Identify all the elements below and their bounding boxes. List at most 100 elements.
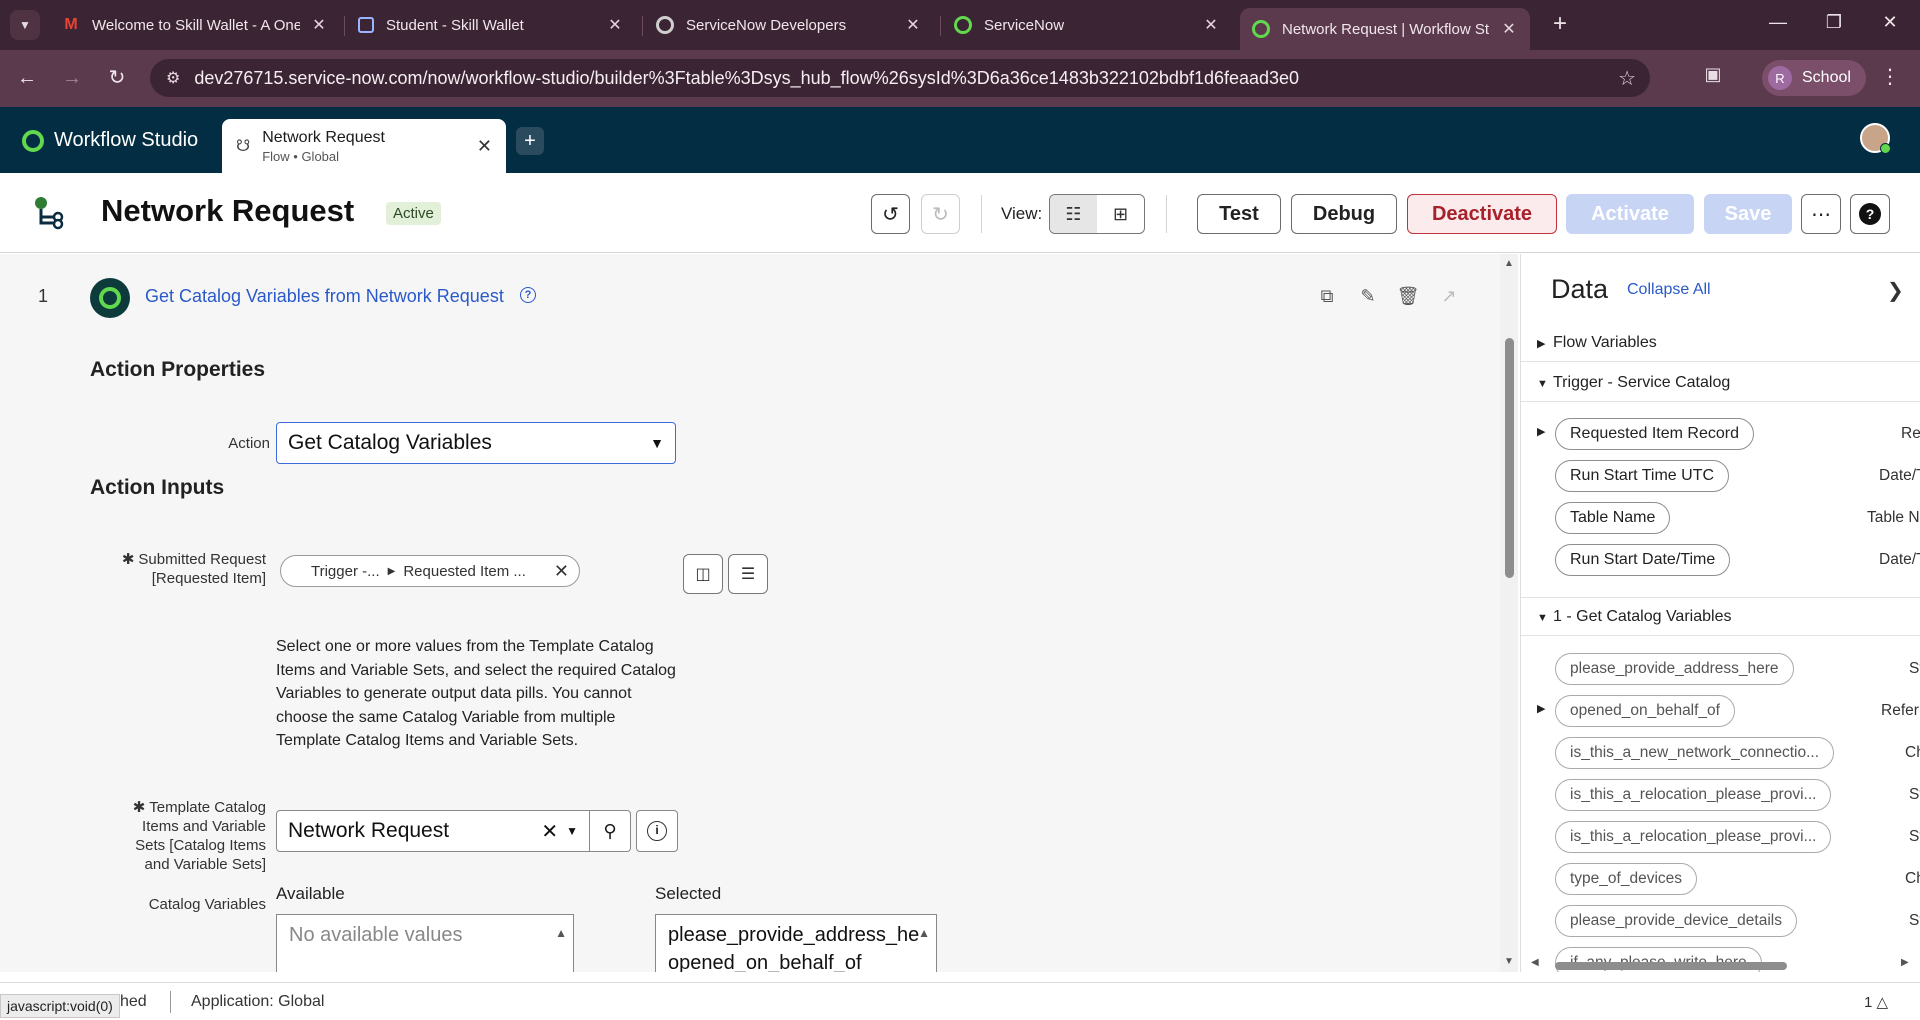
data-pill[interactable]: Requested Item Record [1555, 418, 1754, 450]
delete-icon[interactable]: 🗑 [1396, 286, 1420, 307]
user-avatar[interactable] [1860, 123, 1891, 154]
data-pill[interactable]: Trigger -... ▶ Requested Item ... ✕ [280, 555, 580, 587]
tab-search-button[interactable]: ▼ [10, 10, 40, 40]
chevron-right-icon[interactable]: ❯ [1887, 278, 1904, 303]
pill-type: St [1909, 912, 1920, 929]
browser-menu-icon[interactable]: ⋮ [1880, 64, 1900, 89]
data-pill[interactable]: Run Start Date/Time [1555, 544, 1731, 576]
test-button[interactable]: Test [1197, 194, 1281, 234]
action-select[interactable]: Get Catalog Variables ▼ [276, 422, 676, 464]
close-icon[interactable]: ✕ [477, 136, 492, 157]
template-catalog-label: ✱ Template Catalog Items and Variable Set… [132, 799, 266, 873]
pill-part-requested-item: Requested Item ... [403, 562, 526, 580]
scrollbar-thumb[interactable] [1555, 962, 1787, 970]
submitted-request-label: ✱ Submitted Request [Requested Item] [121, 551, 266, 587]
tab-network-request[interactable]: ☋ Network Request Flow • Global ✕ [222, 119, 506, 173]
browser-tab-servicenow-developers[interactable]: ServiceNow Developers ✕ [644, 8, 934, 42]
expand-icon[interactable]: ▶ [1537, 702, 1545, 715]
reload-button[interactable]: ↻ [102, 63, 132, 93]
browser-tab-gmail[interactable]: M Welcome to Skill Wallet - A One ✕ [50, 8, 340, 42]
pill-picker-button[interactable]: ☰ [728, 554, 768, 594]
action-inputs-heading: Action Inputs [90, 476, 225, 499]
maximize-button[interactable]: ❐ [1814, 12, 1854, 33]
new-tab-button[interactable]: + [1545, 10, 1575, 38]
script-toggle-button[interactable]: ◫ [683, 554, 723, 594]
canvas-scrollbar[interactable]: ▲ ▼ [1500, 254, 1518, 972]
scroll-down-icon[interactable]: ▼ [1504, 956, 1514, 967]
browser-tab-skill-wallet[interactable]: Student - Skill Wallet ✕ [346, 8, 636, 42]
info-button[interactable]: i [636, 810, 678, 852]
debug-button[interactable]: Debug [1291, 194, 1397, 234]
close-icon[interactable]: ✕ [1202, 15, 1220, 35]
available-list[interactable]: No available values ▲ [276, 914, 574, 972]
grid-view-icon[interactable]: ⊞ [1097, 195, 1144, 233]
close-icon[interactable]: ✕ [606, 15, 624, 35]
data-pill[interactable]: Run Start Time UTC [1555, 460, 1730, 492]
section-trigger[interactable]: ▼ Trigger - Service Catalog [1537, 374, 1730, 392]
data-pill[interactable]: please_provide_device_details [1555, 905, 1797, 937]
add-tab-button[interactable]: + [516, 127, 544, 155]
help-button[interactable]: ? [1850, 194, 1890, 234]
data-pill[interactable]: type_of_devices [1555, 863, 1698, 895]
data-pill[interactable]: is_this_a_relocation_please_provi... [1555, 779, 1832, 811]
application-scope[interactable]: Application: Global [191, 993, 324, 1011]
extensions-icon[interactable]: ▣ [1700, 64, 1726, 90]
undo-button[interactable]: ↺ [871, 194, 910, 234]
data-panel-title: Data [1551, 274, 1609, 304]
site-settings-icon[interactable]: ⚙ [166, 68, 180, 88]
more-options-button[interactable]: ⋯ [1801, 194, 1841, 234]
notification-count[interactable]: 1 △ [1864, 993, 1888, 1011]
scrollbar-thumb[interactable] [1505, 338, 1514, 578]
redo-button[interactable]: ↻ [921, 194, 960, 234]
help-circle-icon[interactable]: ? [520, 287, 536, 303]
section-flow-variables[interactable]: ▶ Flow Variables [1537, 334, 1657, 352]
annotation-icon[interactable]: ✎ [1356, 286, 1380, 307]
forward-button[interactable]: → [57, 63, 87, 93]
action-properties-heading: Action Properties [90, 358, 266, 381]
list-item[interactable]: opened_on_behalf_of [668, 949, 924, 972]
close-icon[interactable]: ✕ [904, 15, 922, 35]
clear-pill-icon[interactable]: ✕ [554, 561, 569, 582]
copy-icon[interactable]: ⧉ [1315, 286, 1339, 307]
scroll-right-icon[interactable]: ▶ [1901, 957, 1909, 968]
collapse-all-link[interactable]: Collapse All [1627, 281, 1711, 299]
clear-icon[interactable]: ✕ [541, 819, 558, 844]
back-button[interactable]: ← [12, 63, 42, 93]
section-get-catalog-variables[interactable]: ▼ 1 - Get Catalog Variables [1537, 608, 1731, 626]
browser-tab-workflow-studio[interactable]: Network Request | Workflow St ✕ [1240, 8, 1530, 50]
search-icon[interactable]: ⚲ [589, 810, 631, 852]
template-catalog-input[interactable]: Network Request ✕ ▼ [276, 810, 590, 852]
scroll-up-icon[interactable]: ▲ [918, 919, 930, 947]
minimize-button[interactable]: — [1758, 12, 1798, 33]
bookmark-star-icon[interactable]: ☆ [1618, 66, 1636, 91]
tree-view-icon[interactable]: ☷ [1050, 195, 1097, 233]
bell-icon: △ [1876, 994, 1889, 1011]
profile-button[interactable]: R School [1762, 60, 1866, 96]
selected-list[interactable]: please_provide_address_he opened_on_beha… [655, 914, 937, 972]
caret-down-icon[interactable]: ▼ [566, 824, 578, 838]
close-icon[interactable]: ✕ [310, 15, 328, 35]
deactivate-button[interactable]: Deactivate [1407, 194, 1557, 234]
save-button[interactable]: Save [1704, 194, 1792, 234]
close-window-button[interactable]: ✕ [1870, 12, 1910, 33]
data-pill[interactable]: please_provide_address_here [1555, 653, 1794, 685]
open-external-icon[interactable]: ↗ [1437, 286, 1461, 307]
data-pill[interactable]: Table Name [1555, 502, 1671, 534]
data-pill[interactable]: is_this_a_new_network_connectio... [1555, 737, 1835, 769]
url-bar[interactable]: ⚙ dev276715.service-now.com/now/workflow… [150, 59, 1650, 97]
data-pill[interactable]: opened_on_behalf_of [1555, 695, 1735, 727]
pill-type: St [1909, 828, 1920, 845]
scroll-up-icon[interactable]: ▲ [1504, 258, 1514, 269]
expand-icon[interactable]: ▶ [1537, 425, 1545, 438]
app-brand[interactable]: Workflow Studio [22, 129, 198, 152]
scroll-left-icon[interactable]: ◀ [1531, 957, 1539, 968]
step-title[interactable]: Get Catalog Variables from Network Reque… [145, 286, 504, 307]
data-panel-hscrollbar[interactable]: ◀ ▶ [1531, 957, 1911, 971]
data-pill[interactable]: is_this_a_relocation_please_provi... [1555, 821, 1832, 853]
scroll-up-icon[interactable]: ▲ [555, 919, 567, 947]
close-icon[interactable]: ✕ [1500, 19, 1518, 39]
list-item[interactable]: please_provide_address_he [668, 921, 924, 949]
browser-tab-servicenow[interactable]: ServiceNow ✕ [942, 8, 1232, 42]
activate-button[interactable]: Activate [1566, 194, 1694, 234]
flow-toolbar: Network Request Active ↺ ↻ View: ☷ ⊞ Tes… [0, 173, 1920, 253]
